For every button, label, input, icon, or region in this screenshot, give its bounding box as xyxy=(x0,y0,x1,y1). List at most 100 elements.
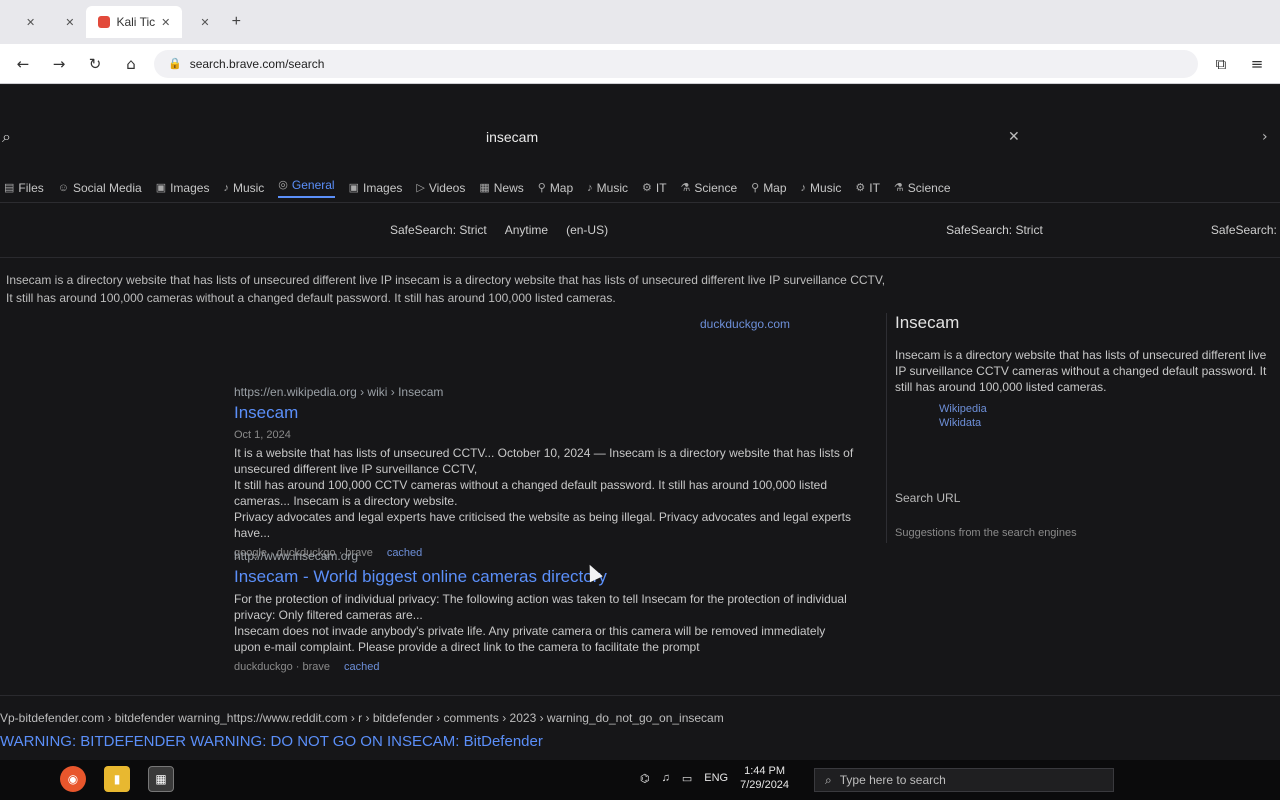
tab-images[interactable]: ▣ Images xyxy=(349,181,403,195)
submit-icon[interactable]: › xyxy=(1262,129,1268,145)
tab-files[interactable]: ▤ Files xyxy=(4,181,44,195)
map-icon: ⚲ xyxy=(751,182,760,194)
infobox-title: Insecam xyxy=(895,313,960,332)
tab-science[interactable]: ⚗ Science xyxy=(894,181,951,195)
video-icon: ▷ xyxy=(416,182,425,194)
result-description-line: It is a website that has lists of unsecu… xyxy=(234,446,854,476)
clock[interactable]: 1:44 PM 7/29/2024 xyxy=(740,764,789,792)
safesearch-filter[interactable]: SafeSearch: Strict xyxy=(390,223,487,237)
clock-time: 1:44 PM xyxy=(744,765,786,777)
tab-map[interactable]: ⚲ Map xyxy=(751,181,786,195)
news-icon: ▦ xyxy=(479,182,490,194)
search-query-input[interactable]: insecam xyxy=(486,129,538,145)
volume-icon[interactable]: ♫ xyxy=(662,772,670,784)
result-title-link[interactable]: Insecam - World biggest online cameras d… xyxy=(234,567,854,587)
home-icon[interactable]: ⌂ xyxy=(118,51,144,77)
tab-label: Images xyxy=(363,180,403,195)
browser-tab-strip: ✕ ✕ Kali Tic ✕ ✕ + xyxy=(0,0,1280,44)
browser-tab[interactable]: ✕ xyxy=(47,6,86,38)
cached-link[interactable]: cached xyxy=(344,661,379,673)
tab-images[interactable]: ▣ Images xyxy=(156,181,210,195)
tab-music[interactable]: ♪ Music xyxy=(587,181,628,195)
result-url[interactable]: https://en.wikipedia.org › wiki › Inseca… xyxy=(234,385,854,399)
browser-tab[interactable]: ✕ xyxy=(182,6,221,38)
search-bar[interactable]: ⌕ insecam ✕ › xyxy=(0,121,1280,153)
address-bar[interactable]: 🔒 search.brave.com/search xyxy=(154,49,1198,78)
tab-label: General xyxy=(291,177,335,192)
result-title-link[interactable]: Insecam xyxy=(234,403,854,423)
browser-tab-active[interactable]: Kali Tic ✕ xyxy=(86,6,183,38)
result-description-line: It still has around 100,000 CCTV cameras… xyxy=(234,478,828,508)
forward-icon[interactable]: → xyxy=(46,51,72,77)
network-icon[interactable]: ⌬ xyxy=(640,772,650,785)
infobox-link[interactable]: Wikipedia xyxy=(895,403,1276,415)
tab-videos[interactable]: ▷ Videos xyxy=(416,181,465,195)
calculator-icon[interactable]: ▦ xyxy=(148,766,174,792)
close-icon[interactable]: ✕ xyxy=(200,16,209,29)
firefox-icon[interactable]: ◉ xyxy=(60,766,86,792)
result-date: Oct 1, 2024 xyxy=(234,429,291,441)
tab-general[interactable]: ◎ General xyxy=(278,177,335,198)
result-url[interactable]: http://www.insecam.org xyxy=(234,549,854,563)
music-icon: ♪ xyxy=(587,181,593,194)
safesearch-filter[interactable]: SafeSearch: Strict xyxy=(1211,223,1280,237)
close-icon[interactable]: ✕ xyxy=(26,16,35,29)
reload-icon[interactable]: ↻ xyxy=(82,51,108,77)
folder-icon: ▤ xyxy=(4,182,15,194)
chip-icon: ⚙ xyxy=(642,182,652,194)
tab-news[interactable]: ▦ News xyxy=(479,181,523,195)
tab-label: Music xyxy=(596,180,628,195)
system-tray: ⌬ ♫ ▭ ENG 1:44 PM 7/29/2024 xyxy=(640,764,789,792)
tab-social-media[interactable]: ☺ Social Media xyxy=(58,181,142,195)
infobox-link[interactable]: Wikidata xyxy=(895,417,1276,429)
tab-label: Files xyxy=(18,180,44,195)
clear-icon[interactable]: ✕ xyxy=(1008,129,1020,145)
taskbar-search[interactable]: ⌕ Type here to search xyxy=(814,768,1114,792)
search-url-link[interactable]: Search URL xyxy=(895,491,1276,505)
infobox-text: Insecam is a directory website that has … xyxy=(895,348,1267,394)
search-icon[interactable]: ⌕ xyxy=(2,127,11,147)
ad-title-link[interactable]: WARNING: BITDEFENDER WARNING: DO NOT GO … xyxy=(0,733,1280,750)
result-meta: duckduckgo · brave cached xyxy=(234,661,854,673)
close-icon[interactable]: ✕ xyxy=(65,16,74,29)
extensions-icon[interactable]: ⧉ xyxy=(1208,51,1234,77)
browser-nav-bar: ← → ↻ ⌂ 🔒 search.brave.com/search ⧉ ≡ xyxy=(0,44,1280,84)
flask-icon: ⚗ xyxy=(680,182,691,194)
language-indicator[interactable]: ENG xyxy=(704,772,728,784)
new-tab-button[interactable]: + xyxy=(222,13,251,31)
tab-label: Music xyxy=(810,180,842,195)
search-results-page: ⌕ insecam ✕ › ▤ Files ☺ Social Media ▣ Imag… xyxy=(0,85,1280,760)
tab-music[interactable]: ♪ Music xyxy=(801,181,842,195)
safesearch-filter[interactable]: SafeSearch: Strict xyxy=(946,223,1043,237)
close-icon[interactable]: ✕ xyxy=(161,16,170,29)
chip-icon: ⚙ xyxy=(855,182,866,194)
map-icon: ⚲ xyxy=(537,182,546,194)
language-filter[interactable]: (en-US) xyxy=(566,223,608,237)
back-icon[interactable]: ← xyxy=(10,51,36,77)
tab-music[interactable]: ♪ Music xyxy=(223,181,264,195)
search-result: https://en.wikipedia.org › wiki › Inseca… xyxy=(234,385,854,559)
result-description-line: Insecam does not invade anybody's privat… xyxy=(234,624,826,654)
battery-icon[interactable]: ▭ xyxy=(682,772,692,785)
menu-icon[interactable]: ≡ xyxy=(1244,51,1270,77)
ad-url[interactable]: Vp-bitdefender.com › bitdefender warning… xyxy=(0,711,1280,725)
result-description: For the protection of individual privacy… xyxy=(234,591,854,655)
tab-map[interactable]: ⚲ Map xyxy=(538,181,573,195)
taskbar-search-placeholder: Type here to search xyxy=(839,773,946,787)
tab-science[interactable]: ⚗ Science xyxy=(681,181,738,195)
tab-it[interactable]: ⚙ IT xyxy=(855,181,880,195)
time-filter[interactable]: Anytime xyxy=(505,223,548,237)
tab-label: Science xyxy=(907,180,951,195)
snippet-source-link[interactable]: duckduckgo.com xyxy=(700,315,790,333)
search-filters: SafeSearch: Strict Anytime (en-US) SafeS… xyxy=(0,219,1280,241)
image-icon: ▣ xyxy=(348,182,360,194)
tab-it[interactable]: ⚙ IT xyxy=(642,181,667,195)
lock-icon: 🔒 xyxy=(168,58,182,70)
top-snippet: Insecam is a directory website that has … xyxy=(6,271,1274,331)
image-icon: ▣ xyxy=(155,182,167,194)
tab-label: Map xyxy=(549,180,574,195)
file-manager-icon[interactable]: ▮ xyxy=(104,766,130,792)
browser-tab[interactable]: ✕ xyxy=(8,6,47,38)
flask-icon: ⚗ xyxy=(893,182,904,194)
tab-label: Images xyxy=(170,180,210,195)
